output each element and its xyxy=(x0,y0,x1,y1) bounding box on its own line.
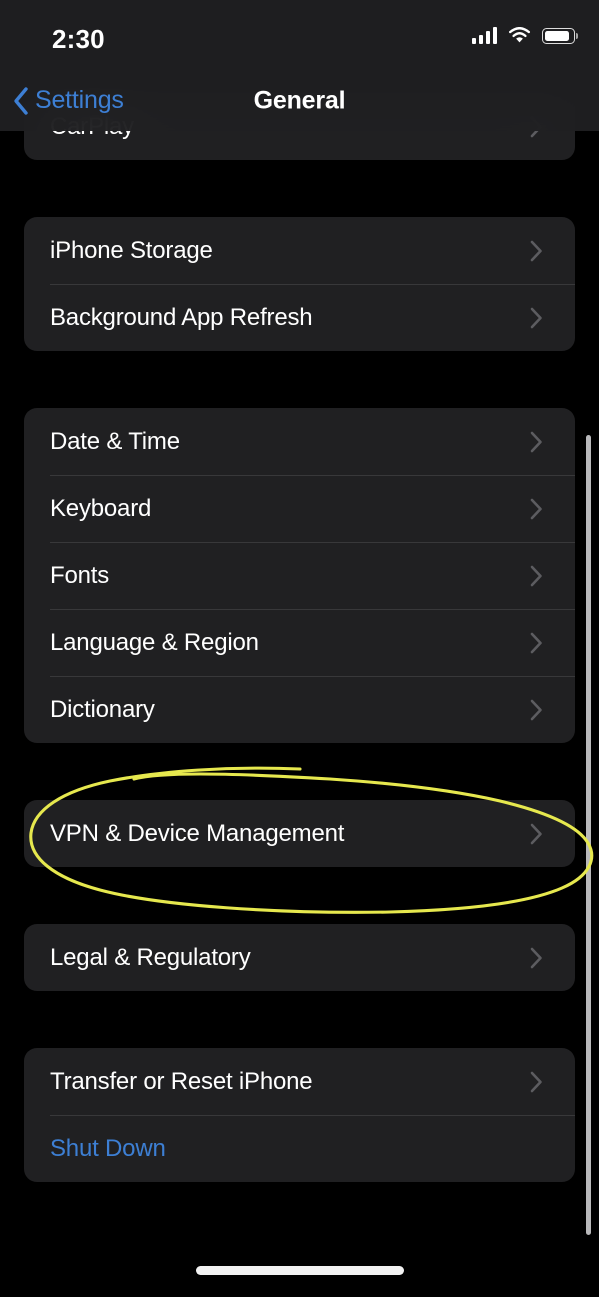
list-item[interactable]: Keyboard xyxy=(24,475,575,542)
wifi-icon xyxy=(509,27,530,43)
list-item-label: iPhone Storage xyxy=(50,236,213,264)
status-bar-icons xyxy=(471,27,578,44)
list-item[interactable]: Dictionary xyxy=(24,676,575,743)
chevron-right-icon xyxy=(530,565,543,587)
list-item[interactable]: iPhone Storage xyxy=(24,217,575,284)
vertical-scrollbar[interactable] xyxy=(586,435,591,1235)
list-item[interactable]: Legal & Regulatory xyxy=(24,924,575,991)
list-item-label: Language & Region xyxy=(50,628,259,656)
navigation-bar-title-area: Settings General xyxy=(0,70,599,131)
list-item-label: Transfer or Reset iPhone xyxy=(50,1067,313,1095)
list-item[interactable]: VPN & Device Management xyxy=(24,800,575,867)
list-item-label: Keyboard xyxy=(50,494,152,522)
navigation-bar: 2:30 Settings General xyxy=(0,0,599,131)
chevron-right-icon xyxy=(530,498,543,520)
list-item-label: Background App Refresh xyxy=(50,303,313,331)
battery-icon xyxy=(542,28,578,44)
chevron-right-icon xyxy=(530,699,543,721)
vpn-group: VPN & Device Management xyxy=(24,800,575,867)
chevron-right-icon xyxy=(530,431,543,453)
list-item-label: Legal & Regulatory xyxy=(50,943,251,971)
list-item[interactable]: Language & Region xyxy=(24,609,575,676)
list-item-label: Date & Time xyxy=(50,427,180,455)
page-title: General xyxy=(253,86,346,114)
chevron-right-icon xyxy=(530,823,543,845)
chevron-right-icon xyxy=(530,947,543,969)
status-bar: 2:30 xyxy=(0,0,599,70)
iphone-settings-screen: CarPlayiPhone StorageBackground App Refr… xyxy=(0,0,599,1297)
cellular-signal-icon xyxy=(471,27,497,44)
list-item[interactable]: Background App Refresh xyxy=(24,284,575,351)
list-item-label: Shut Down xyxy=(50,1134,166,1162)
localization-group: Date & Time Keyboard Fonts Language & Regio… xyxy=(24,408,575,743)
list-item-label: Fonts xyxy=(50,561,110,589)
chevron-right-icon xyxy=(530,1071,543,1093)
list-item-label: Dictionary xyxy=(50,695,155,723)
list-item[interactable]: Shut Down xyxy=(24,1115,575,1182)
settings-scroll-content[interactable]: CarPlayiPhone StorageBackground App Refr… xyxy=(0,0,599,1297)
reset-group: Transfer or Reset iPhone Shut Down xyxy=(24,1048,575,1182)
legal-group: Legal & Regulatory xyxy=(24,924,575,991)
chevron-right-icon xyxy=(530,632,543,654)
chevron-right-icon xyxy=(530,307,543,329)
chevron-right-icon xyxy=(530,240,543,262)
list-item-label: VPN & Device Management xyxy=(50,819,345,847)
list-item[interactable]: Transfer or Reset iPhone xyxy=(24,1048,575,1115)
status-bar-clock: 2:30 xyxy=(52,24,105,54)
storage-group: iPhone Storage Background App Refresh xyxy=(24,217,575,351)
list-item[interactable]: Date & Time xyxy=(24,408,575,475)
home-indicator xyxy=(195,1266,404,1275)
list-item[interactable]: Fonts xyxy=(24,542,575,609)
